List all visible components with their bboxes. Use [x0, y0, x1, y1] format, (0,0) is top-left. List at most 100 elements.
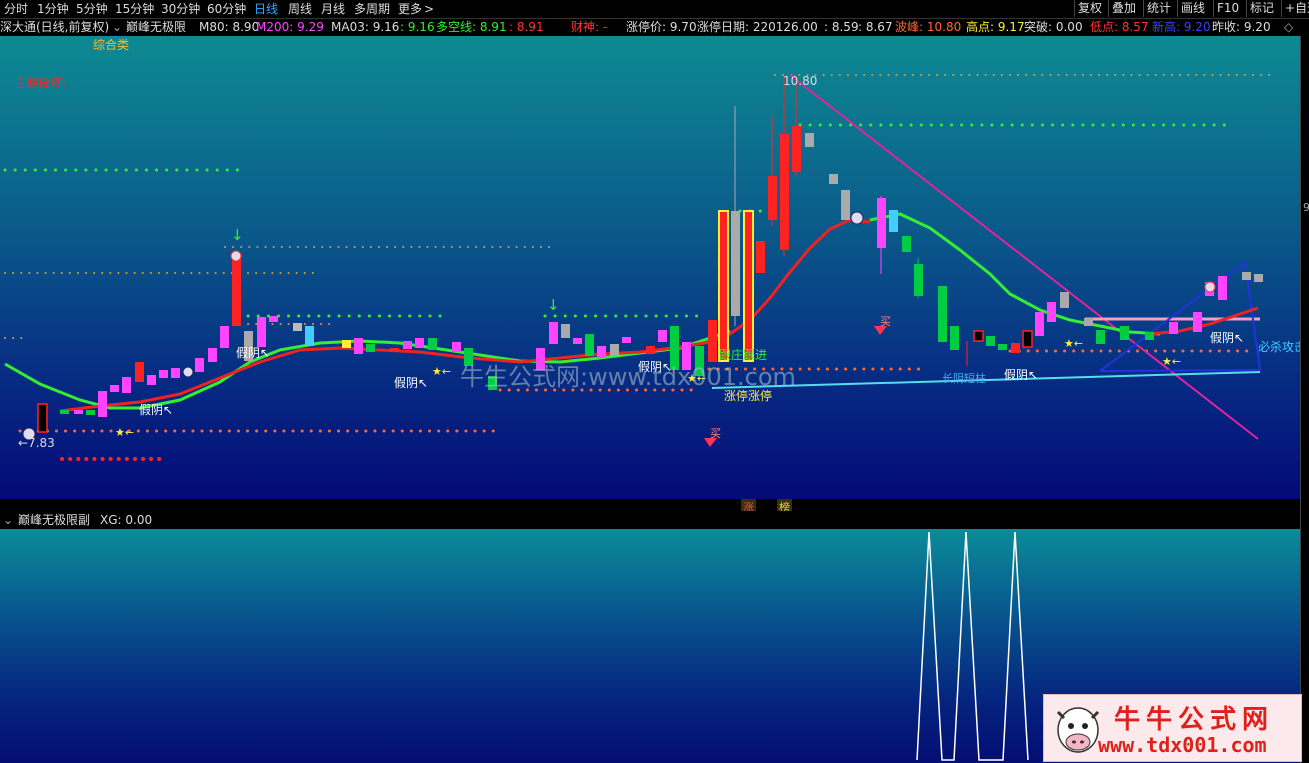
arrow-down-icon: ↓: [547, 296, 560, 314]
duokong-value: 多空线: 8.91: [436, 20, 507, 34]
overlay-button[interactable]: 叠加: [1108, 0, 1139, 17]
candle: [220, 326, 229, 348]
chart-separator: 涨 榜: [0, 499, 1300, 515]
arrow-down-icon: ↓: [231, 226, 244, 244]
candle: [938, 286, 947, 342]
line-916-value: : 9.16: [400, 20, 435, 34]
candle: [257, 317, 266, 347]
candle: [1084, 318, 1093, 326]
stats-button[interactable]: 统计: [1143, 0, 1174, 17]
candle: [269, 316, 278, 322]
tf-monthly[interactable]: 月线: [321, 0, 345, 18]
add-favorite-button[interactable]: +自选: [1281, 0, 1309, 17]
candle: [208, 348, 217, 362]
tf-multi[interactable]: 多周期: [354, 0, 390, 18]
sub-indicator-header: ⌄ 巅峰无极限副 XG: 0.00: [0, 511, 1300, 529]
candle: [889, 210, 898, 232]
fast-ma-line-2: [869, 212, 1161, 336]
tf-15min[interactable]: 15分钟: [115, 0, 154, 18]
candle: [658, 330, 667, 342]
main-kline-chart[interactable]: ↓ ↓ 买 买 综合类 主题投资: 10.80 ←7.83 假阴↖ 假阴↖ 假阴…: [0, 36, 1300, 499]
right-axis: 9: [1300, 36, 1309, 763]
star-signal: ★←: [115, 426, 134, 439]
fake-yin-label: 假阴↖: [236, 346, 270, 360]
chevron-down-icon[interactable]: ⌄: [112, 19, 122, 36]
candle: [1120, 326, 1129, 340]
candle: [573, 338, 582, 344]
candle: [122, 377, 131, 393]
candle: [428, 338, 437, 350]
low-price-label: ←7.83: [18, 436, 55, 450]
candle: [1242, 272, 1251, 280]
indicator-name[interactable]: 巅峰无极限: [126, 19, 186, 36]
candle: [597, 346, 606, 358]
candle: [998, 344, 1007, 350]
mark-button[interactable]: 标记: [1246, 0, 1277, 17]
tf-daily[interactable]: 日线: [254, 0, 278, 18]
fake-yin-label: 假阴↖: [1210, 331, 1244, 345]
candle: [366, 344, 375, 352]
tf-30min[interactable]: 30分钟: [161, 0, 200, 18]
face-icon: [230, 250, 242, 262]
limit-date-value: 涨停日期: 220126.00: [697, 20, 818, 34]
limit-price-value: 涨停价: 9.70: [626, 20, 697, 34]
candle: [841, 190, 850, 220]
tf-more[interactable]: 更多 >: [398, 0, 434, 18]
site-logo: 牛牛公式网 www.tdx001.com: [1043, 694, 1302, 762]
candle: [232, 258, 241, 326]
candle: [354, 338, 363, 354]
wave-peak-value: 波峰: 10.80: [895, 20, 962, 34]
m80-value: M80: 8.90: [199, 20, 260, 34]
candle: [147, 375, 156, 385]
tf-1min[interactable]: 1分钟: [37, 0, 69, 18]
attack-signal: 必杀攻击: [1258, 339, 1300, 354]
candle: [86, 410, 95, 415]
candle: [135, 362, 144, 382]
draw-line-button[interactable]: 画线: [1177, 0, 1208, 17]
candle: [902, 236, 911, 252]
low-point-value: 低点: 8.57: [1090, 20, 1149, 34]
tf-fenshi[interactable]: 分时: [4, 0, 28, 18]
candle: [171, 368, 180, 378]
star-signal: ★←: [1064, 337, 1083, 350]
tf-60min[interactable]: 60分钟: [207, 0, 246, 18]
candle: [60, 410, 69, 414]
period-toolbar: 分时 1分钟 5分钟 15分钟 30分钟 60分钟 日线 周线 月线 多周期 更…: [0, 0, 1309, 19]
f10-button[interactable]: F10: [1213, 0, 1242, 17]
candle: [561, 324, 570, 338]
candle: [390, 348, 399, 352]
fake-yin-label: 假阴↖: [1004, 368, 1038, 382]
logo-url: www.tdx001.com: [1098, 733, 1267, 757]
candle: [452, 342, 461, 352]
tf-5min[interactable]: 5分钟: [76, 0, 108, 18]
face-icon: [182, 366, 194, 378]
m200-value: M200: 9.29: [256, 20, 324, 34]
long-yin-signal: 长阴短柱: [942, 371, 986, 385]
candle: [342, 340, 351, 348]
candle: [305, 326, 314, 346]
stock-name: 深大通(日线,前复权): [0, 20, 110, 34]
candle: [986, 336, 995, 346]
fuquan-button[interactable]: 复权: [1074, 0, 1105, 17]
candle: [1011, 343, 1020, 353]
candle: [549, 322, 558, 344]
chevron-down-icon[interactable]: ⌄: [3, 511, 13, 529]
candle: [403, 341, 412, 349]
chevron-right-icon: >: [424, 2, 435, 16]
face-icon: [850, 211, 864, 225]
candle: [1254, 274, 1263, 282]
theme-label: 主题投资:: [14, 75, 66, 90]
diamond-icon: ◇: [1284, 20, 1294, 34]
candle: [1218, 276, 1227, 300]
candle: [1047, 302, 1056, 322]
tf-weekly[interactable]: 周线: [288, 0, 312, 18]
candle: [585, 334, 594, 356]
candle: [1145, 332, 1154, 340]
candle: [1096, 330, 1105, 344]
candle: [646, 346, 655, 354]
candle: [293, 323, 302, 331]
star-signal: ★←: [432, 365, 451, 378]
candle: [805, 133, 814, 147]
caishen-value: 财神: -: [571, 20, 608, 34]
sub-indicator-name[interactable]: 巅峰无极限副: [18, 511, 90, 529]
